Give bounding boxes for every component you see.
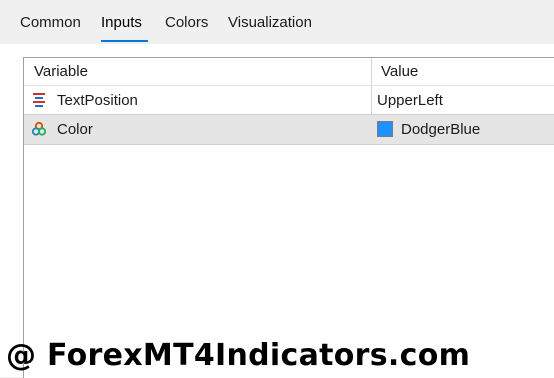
- color-icon: [31, 121, 47, 137]
- header-variable[interactable]: Variable: [34, 63, 88, 80]
- tab-inputs[interactable]: Inputs: [101, 14, 142, 31]
- header-value[interactable]: Value: [381, 63, 418, 80]
- table-row-color[interactable]: Color DodgerBlue: [24, 114, 554, 145]
- grid-header: Variable Value: [24, 58, 554, 86]
- row-value[interactable]: DodgerBlue: [401, 121, 480, 138]
- watermark-text: @ ForexMT4Indicators.com: [6, 338, 471, 373]
- inputs-panel: Variable Value TextPosition UpperLeft Co…: [0, 44, 554, 378]
- enum-icon: [31, 92, 47, 108]
- row-variable-name: Color: [57, 121, 93, 138]
- tab-visualization[interactable]: Visualization: [228, 14, 312, 31]
- color-swatch[interactable]: [377, 121, 393, 137]
- tab-colors[interactable]: Colors: [165, 14, 208, 31]
- tab-common[interactable]: Common: [20, 14, 81, 31]
- row-variable-name: TextPosition: [57, 92, 138, 109]
- row-value[interactable]: UpperLeft: [377, 92, 443, 109]
- tab-bar: Common Inputs Colors Visualization: [0, 0, 554, 44]
- table-row-textposition[interactable]: TextPosition UpperLeft: [24, 86, 554, 115]
- active-tab-indicator: [101, 40, 148, 42]
- inputs-grid: Variable Value TextPosition UpperLeft Co…: [23, 57, 554, 378]
